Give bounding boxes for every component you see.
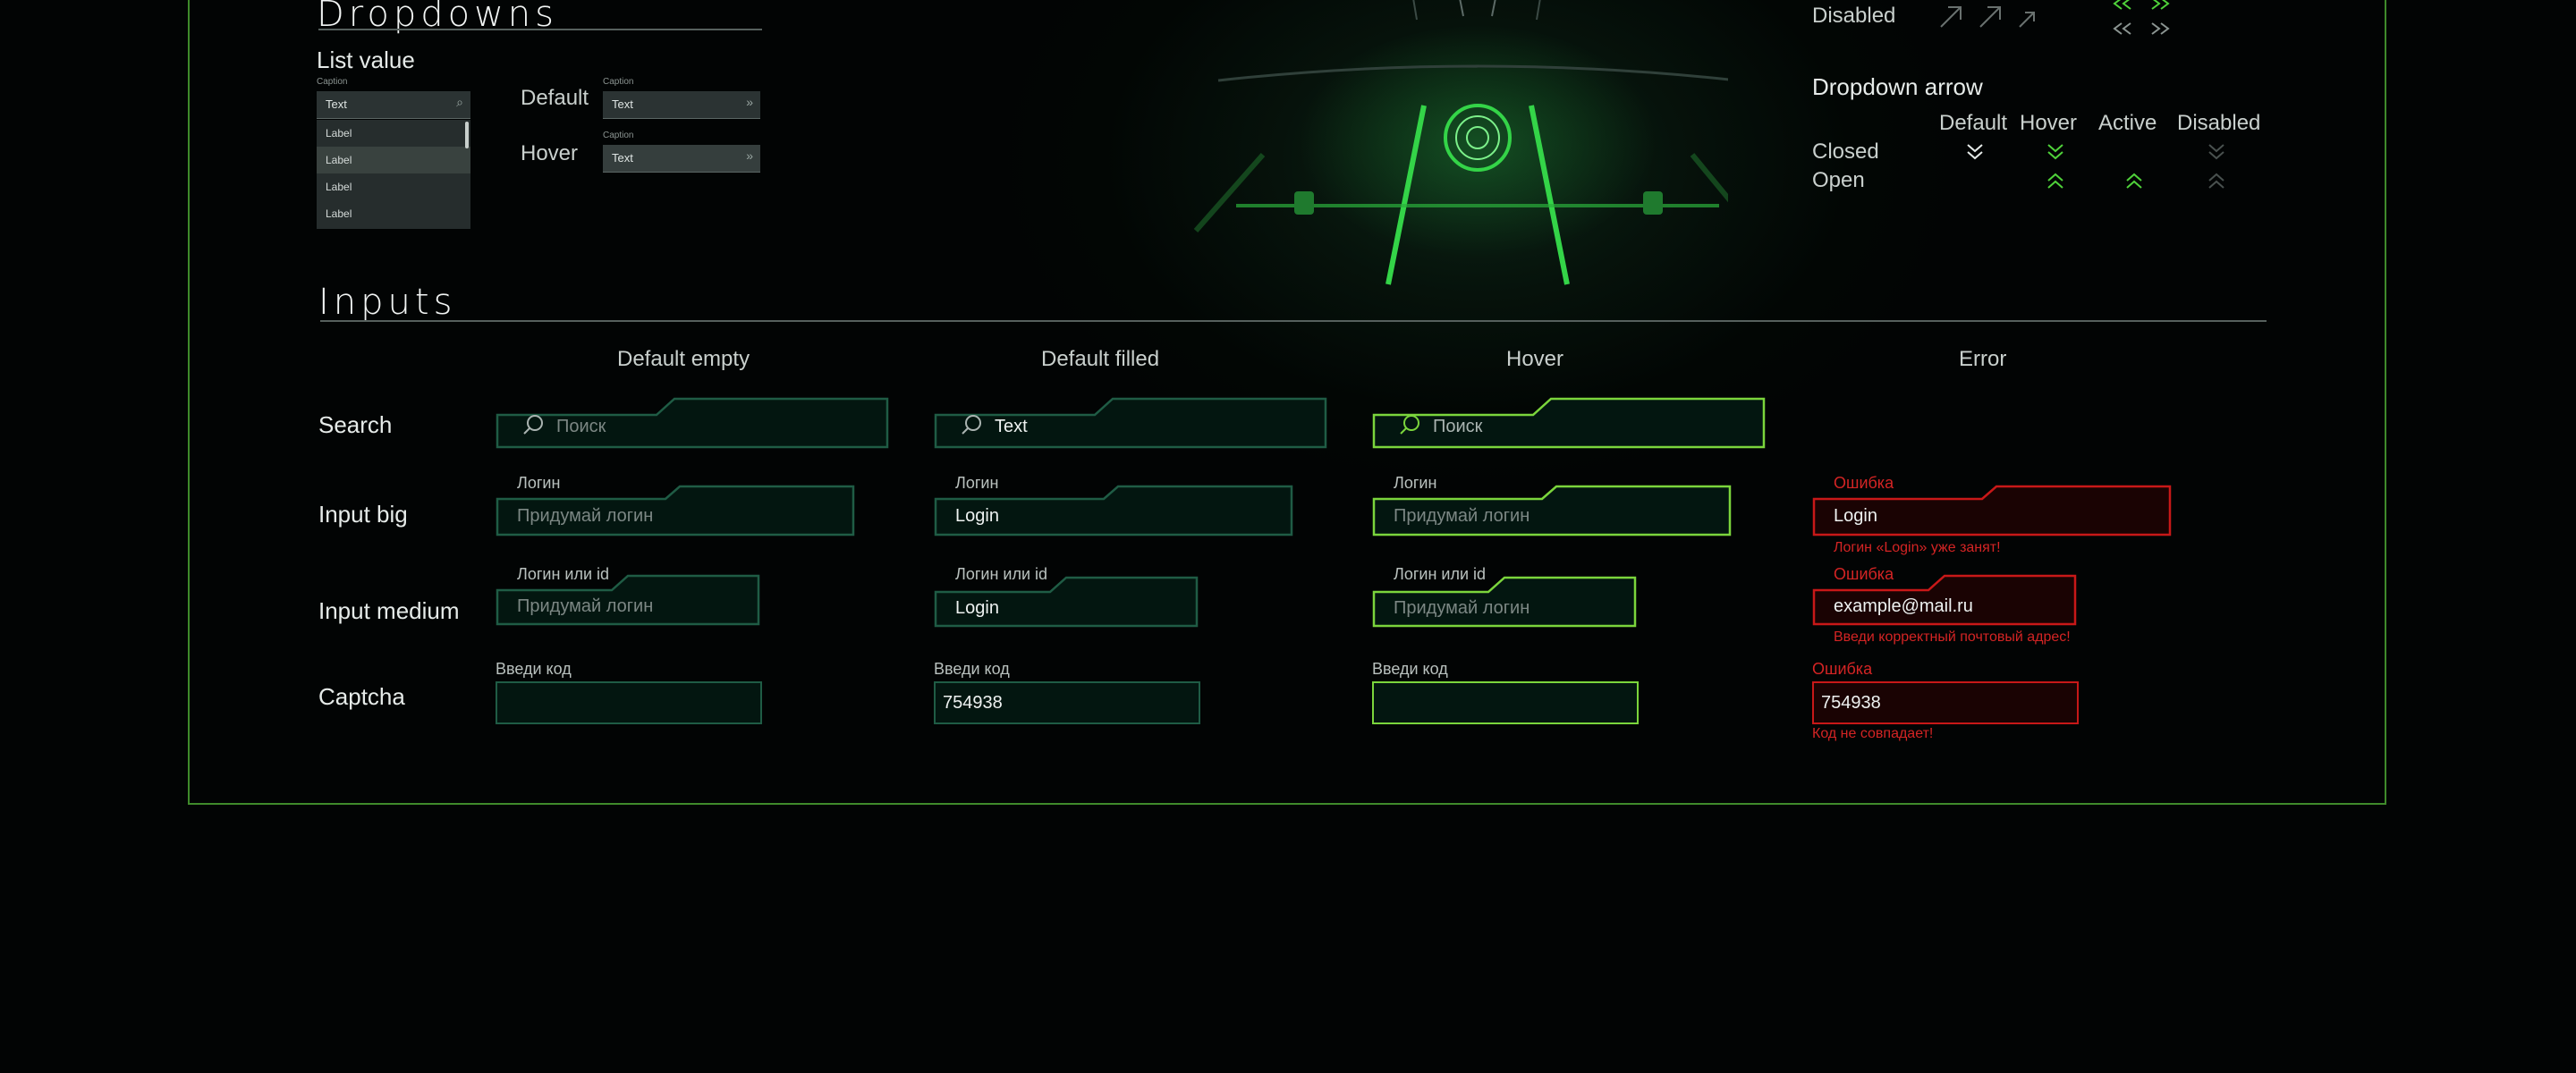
- background-artwork: [1193, 0, 1728, 285]
- arrow-col-hover: Hover: [2020, 111, 2078, 135]
- dropdown-arrow-states: [1967, 144, 2224, 189]
- captcha-label: Введи код: [496, 660, 572, 678]
- list-value-title: List value: [317, 46, 415, 73]
- input-medium-placeholder: Придумай логин: [517, 596, 654, 616]
- dropdown-hover-text: Text: [612, 151, 633, 165]
- list-item[interactable]: Label: [317, 120, 470, 147]
- search-placeholder: Поиск: [556, 417, 606, 436]
- input-medium-error-value: example@mail.ru: [1834, 596, 1973, 616]
- list-value-text: Text: [326, 97, 347, 111]
- input-medium-hover-placeholder: Придумай логин: [1394, 598, 1530, 618]
- search-input-hover[interactable]: [1372, 397, 1766, 449]
- arrow-col-disabled: Disabled: [2177, 111, 2261, 135]
- chevron-double-down-icon: »: [746, 95, 753, 109]
- arrow-row-open: Open: [1812, 168, 1865, 192]
- dropdown-hover-caption: Caption: [603, 131, 634, 140]
- search-icon: [1400, 415, 1419, 435]
- dropdown-default[interactable]: Text »: [603, 91, 760, 119]
- dropdowns-section-title: Dropdowns: [317, 0, 558, 35]
- list-item[interactable]: Label: [317, 173, 470, 200]
- search-icon: [962, 415, 981, 435]
- input-big-hover-placeholder: Придумай логин: [1394, 506, 1530, 526]
- captcha-input-error[interactable]: 754938: [1812, 681, 2079, 724]
- captcha-error-value: 754938: [1821, 693, 1881, 713]
- search-hover-placeholder: Поиск: [1433, 417, 1483, 436]
- search-input-empty[interactable]: [496, 397, 889, 449]
- dropdown-hover[interactable]: Text »: [603, 145, 760, 173]
- input-medium-error-message: Введи корректный почтовый адрес!: [1834, 629, 2071, 645]
- row-input-medium: Input medium: [318, 597, 460, 624]
- dropdown-default-caption: Caption: [603, 77, 634, 87]
- arrow-col-default: Default: [1939, 111, 2008, 135]
- double-chevron-icons: [2113, 0, 2170, 35]
- input-big-placeholder: Придумай логин: [517, 506, 654, 526]
- col-error: Error: [1959, 347, 2007, 371]
- dropdown-list: Label Label Label Label: [317, 120, 470, 229]
- component-sheet: Dropdowns List value Caption Text ⌕ Labe…: [188, 0, 2386, 805]
- row-input-big: Input big: [318, 501, 408, 528]
- search-input-filled[interactable]: [934, 397, 1327, 449]
- row-captcha: Captcha: [318, 683, 405, 710]
- inputs-section-title: Inputs: [318, 282, 457, 323]
- dropdown-default-label: Default: [521, 86, 589, 110]
- input-big-error-value: Login: [1834, 506, 1877, 526]
- captcha-error-label: Ошибка: [1812, 660, 1873, 678]
- dropdown-default-text: Text: [612, 97, 633, 111]
- list-value-dropdown[interactable]: Text ⌕: [317, 91, 470, 119]
- list-scrollbar[interactable]: [465, 122, 469, 148]
- dropdown-arrow-title: Dropdown arrow: [1812, 73, 1983, 100]
- input-medium-value: Login: [955, 598, 999, 618]
- row-search: Search: [318, 411, 393, 438]
- captcha-input-hover[interactable]: [1372, 681, 1639, 724]
- captcha-label: Введи код: [934, 660, 1010, 678]
- col-default-empty: Default empty: [617, 347, 750, 371]
- inputs-divider: [320, 320, 2267, 322]
- arrow-col-active: Active: [2098, 111, 2157, 135]
- list-value-caption: Caption: [317, 77, 348, 87]
- col-hover: Hover: [1506, 347, 1564, 371]
- input-big-value: Login: [955, 506, 999, 526]
- col-default-filled: Default filled: [1041, 347, 1160, 371]
- captcha-label: Введи код: [1372, 660, 1448, 678]
- input-big-error-message: Логин «Login» уже занят!: [1834, 540, 2001, 555]
- arrows-disabled-label: Disabled: [1812, 4, 1896, 28]
- list-item-hovered[interactable]: Label: [317, 147, 470, 173]
- captcha-error-message: Код не совпадает!: [1812, 726, 1934, 741]
- search-small-icon: ⌕: [456, 95, 463, 109]
- captcha-value: 754938: [943, 693, 1003, 713]
- arrow-row-closed: Closed: [1812, 139, 1879, 164]
- dropdown-hover-label: Hover: [521, 141, 579, 165]
- captcha-input-filled[interactable]: 754938: [934, 681, 1200, 724]
- list-item[interactable]: Label: [317, 200, 470, 227]
- captcha-input-empty[interactable]: [496, 681, 762, 724]
- search-icon: [523, 415, 543, 435]
- search-value: Text: [995, 417, 1028, 436]
- diagonal-arrow-icons: [1940, 6, 2035, 28]
- dropdowns-divider: [318, 29, 762, 30]
- chevron-double-down-icon: »: [746, 148, 753, 163]
